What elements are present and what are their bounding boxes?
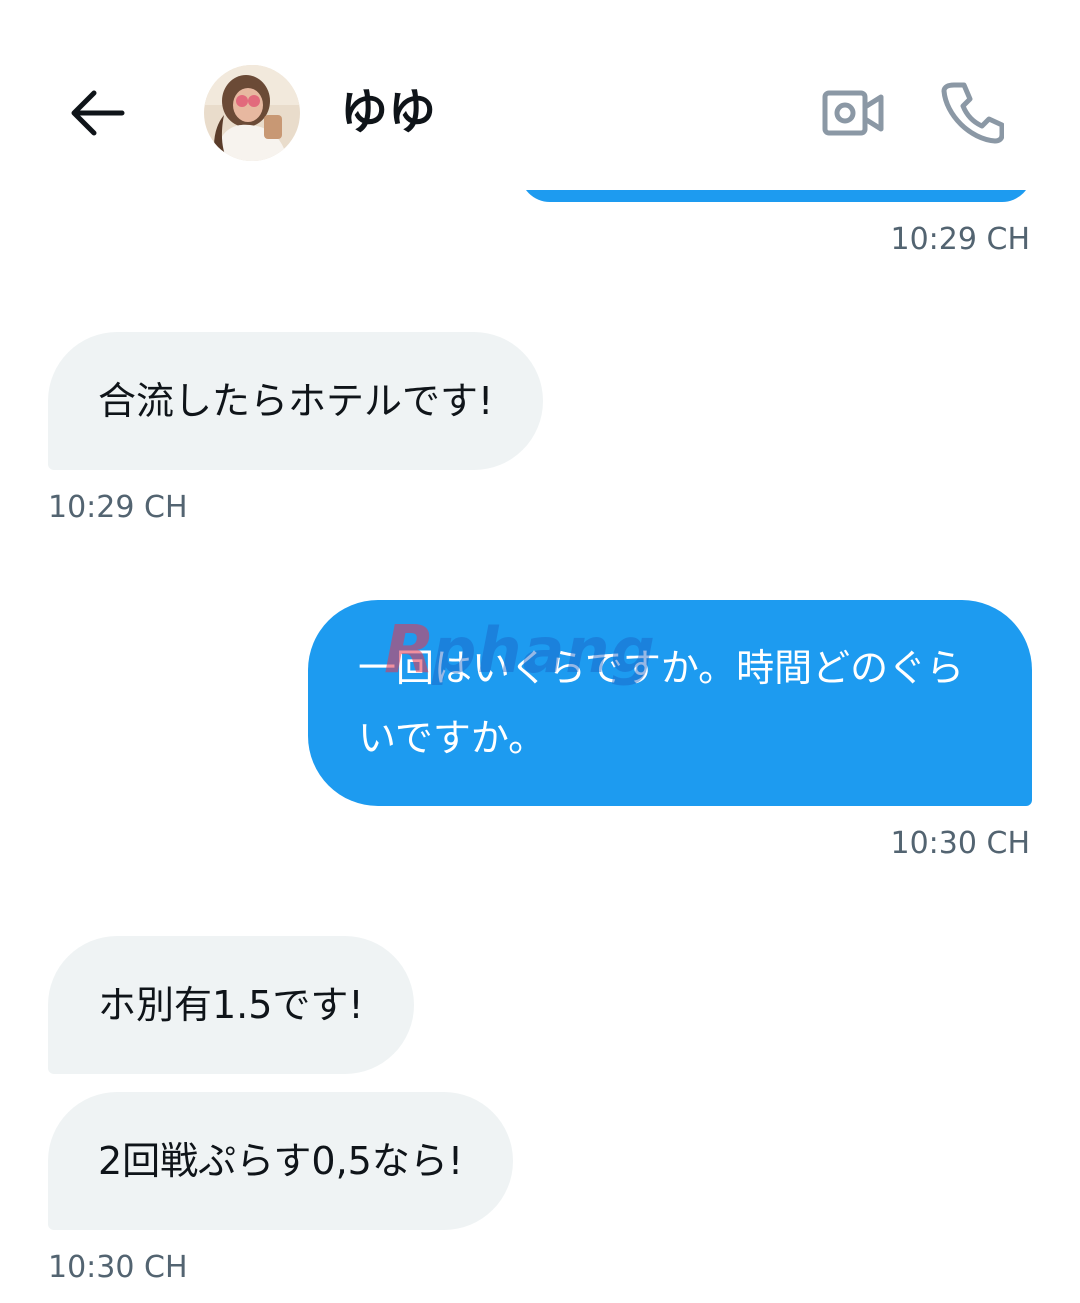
message-text: ホ別有1.5です!	[98, 983, 364, 1027]
voice-call-button[interactable]	[934, 74, 1010, 150]
phone-icon	[941, 82, 1004, 144]
incoming-message-bubble[interactable]: ホ別有1.5です!	[48, 936, 414, 1074]
avatar-image	[204, 65, 300, 161]
arrow-left-icon	[71, 90, 125, 136]
message-text: 合流したらホテルです!	[98, 379, 494, 423]
video-call-button[interactable]	[814, 78, 892, 148]
message-text: 一回はいくらですか。時間どのぐらいですか。	[358, 646, 965, 760]
conversation-header: ゆゆ	[0, 0, 1080, 190]
avatar[interactable]	[204, 65, 300, 161]
incoming-message-bubble[interactable]: 2回戦ぷらす0,5なら!	[48, 1092, 514, 1230]
outgoing-message-bubble[interactable]: 一回はいくらですか。時間どのぐらいですか。	[308, 600, 1032, 806]
contact-name[interactable]: ゆゆ	[340, 82, 436, 142]
video-camera-icon	[822, 90, 884, 136]
message-timestamp: 10:30 CH	[890, 826, 1031, 861]
message-timestamp: 10:30 CH	[48, 1250, 188, 1285]
back-button[interactable]	[62, 80, 132, 146]
message-text: 2回戦ぷらす0,5なら!	[98, 1139, 464, 1183]
message-timestamp: 10:29 CH	[48, 490, 188, 525]
incoming-message-bubble[interactable]: 合流したらホテルです!	[48, 332, 544, 470]
message-timestamp: 10:29 CH	[890, 222, 1031, 257]
